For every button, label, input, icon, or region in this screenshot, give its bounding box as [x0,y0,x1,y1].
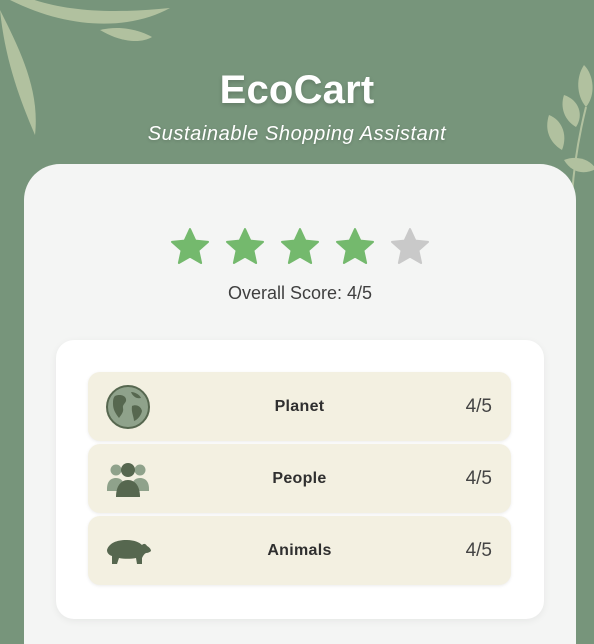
category-panel: Planet 4/5 People 4/5 Animals 4/5 [56,340,544,619]
app-header: EcoCart Sustainable Shopping Assistant [0,68,594,146]
app-title: EcoCart [219,68,375,112]
star-filled-icon [169,226,211,268]
star-rating [24,226,576,268]
score-card: Overall Score: 4/5 Planet 4/5 People 4/5… [24,164,576,644]
category-score: 4/5 [465,539,492,561]
overall-score: Overall Score: 4/5 [227,283,373,303]
star-filled-icon [334,226,376,268]
category-score: 4/5 [465,467,492,489]
category-row-people: People 4/5 [88,444,511,513]
category-label: People [272,469,327,487]
app-subtitle: Sustainable Shopping Assistant [147,123,447,145]
category-row-planet: Planet 4/5 [88,372,511,441]
category-label: Animals [267,541,332,559]
category-row-animals: Animals 4/5 [88,516,511,585]
star-filled-icon [224,226,266,268]
star-filled-icon [279,226,321,268]
star-empty-icon [389,226,431,268]
category-score: 4/5 [465,395,492,417]
category-label: Planet [274,397,325,415]
